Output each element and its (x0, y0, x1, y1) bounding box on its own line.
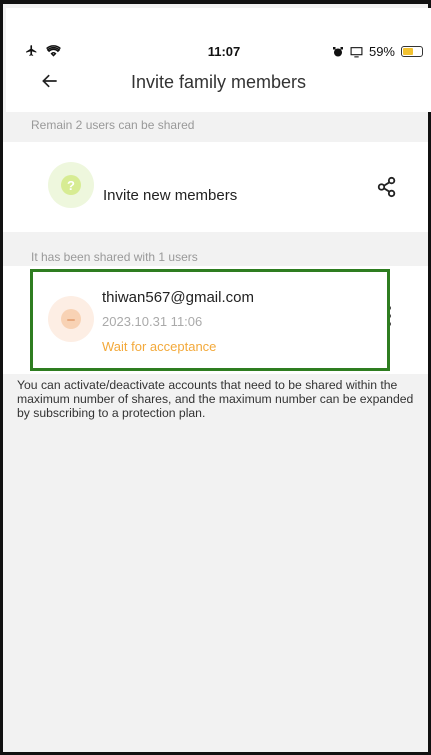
status-right-icons: 59% (332, 44, 423, 59)
share-icon[interactable] (376, 176, 398, 198)
question-avatar-icon: ? (48, 162, 94, 208)
battery-percent: 59% (368, 44, 395, 59)
info-note: You can activate/deactivate accounts tha… (17, 378, 414, 420)
shared-count-label: It has been shared with 1 users (31, 250, 198, 264)
invite-new-members-row[interactable]: ? Invite new members (3, 142, 428, 232)
cast-icon (350, 46, 363, 57)
invite-label: Invite new members (103, 187, 238, 204)
battery-icon (401, 46, 423, 57)
question-glyph: ? (61, 175, 81, 195)
remain-label: Remain 2 users can be shared (31, 118, 195, 132)
highlight-box (30, 269, 390, 371)
alarm-icon (332, 46, 343, 56)
page-title: Invite family members (130, 72, 307, 92)
status-bar: 11:07 59% (25, 44, 423, 64)
header: Invite family members (6, 68, 431, 102)
